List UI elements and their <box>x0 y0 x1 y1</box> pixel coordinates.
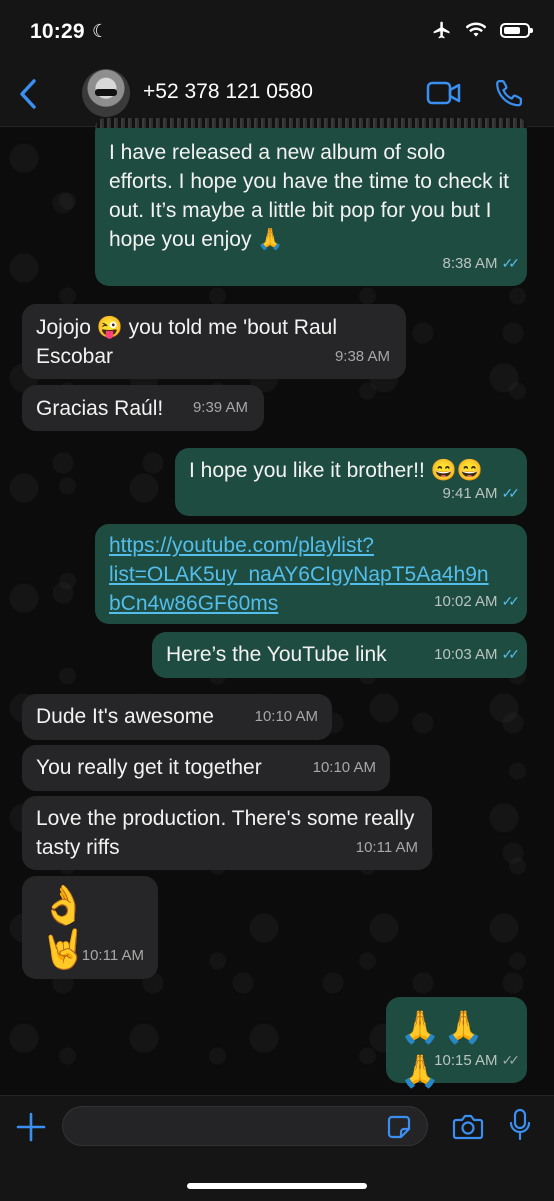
message-meta: 8:38 AM ✓✓ <box>442 249 521 278</box>
message-meta: 10:10 AM <box>313 753 376 782</box>
airplane-icon <box>433 21 450 39</box>
avatar[interactable] <box>82 69 130 117</box>
battery-icon <box>500 22 533 38</box>
phone-call-icon[interactable] <box>494 78 524 108</box>
message-meta: 10:15 AM ✓✓ <box>434 1046 521 1075</box>
compose-bar <box>0 1095 554 1201</box>
message-bubble[interactable]: You really get it together 10:10 AM <box>22 745 390 791</box>
status-icons <box>432 20 533 40</box>
message-time: 9:39 AM <box>192 399 248 416</box>
message-bubble[interactable]: 👌🤘 10:11 AM <box>22 876 158 979</box>
message-time: 10:11 AM <box>355 839 418 856</box>
message-text: You really get it together <box>36 756 262 779</box>
message-meta: 10:10 AM <box>255 702 318 731</box>
message-time: 10:11 AM <box>81 947 144 964</box>
message-meta: 10:11 AM <box>82 941 144 970</box>
message-time: 9:38 AM <box>334 348 390 365</box>
microphone-icon[interactable] <box>508 1108 532 1142</box>
read-ticks-icon: ✓✓ <box>501 646 521 662</box>
message-text: I hope you like it brother!! 😄😄 <box>189 459 483 482</box>
message-bubble[interactable]: Here’s the YouTube link 10:03 AM ✓✓ <box>152 632 527 678</box>
read-ticks-icon: ✓✓ <box>501 485 521 501</box>
message-meta: 10:11 AM <box>356 833 418 862</box>
message-time: 10:10 AM <box>254 708 318 725</box>
message-bubble[interactable]: Love the production. There's some really… <box>22 796 432 870</box>
message-text: Gracias Raúl! <box>36 397 164 420</box>
message-text: I have released a new album of solo effo… <box>109 141 510 251</box>
message-meta: 10:03 AM ✓✓ <box>434 640 521 669</box>
home-indicator <box>187 1183 367 1189</box>
message-time: 10:10 AM <box>312 759 376 776</box>
message-bubble[interactable]: https://youtube.com/playlist? list=OLAK5… <box>95 524 527 624</box>
status-time: 10:29 <box>30 20 85 43</box>
message-text: Dude It's awesome <box>36 705 214 728</box>
message-bubble[interactable]: Gracias Raúl! 9:39 AM <box>22 385 264 431</box>
moon-icon: ☾ <box>92 21 109 41</box>
back-icon[interactable] <box>14 76 44 112</box>
image-preview-edge <box>95 118 527 128</box>
message-meta: 9:39 AM <box>193 393 248 422</box>
video-call-icon[interactable] <box>426 80 462 106</box>
message-time: 8:38 AM <box>442 255 498 272</box>
delivered-ticks-icon: ✓✓ <box>501 1052 521 1068</box>
message-meta: 10:02 AM ✓✓ <box>434 587 521 616</box>
message-time: 10:03 AM <box>434 646 498 663</box>
message-text: Here’s the YouTube link <box>166 643 387 666</box>
link-line: https://youtube.com/playlist? <box>109 534 374 557</box>
message-bubble[interactable]: Dude It's awesome 10:10 AM <box>22 694 332 740</box>
read-ticks-icon: ✓✓ <box>501 255 521 271</box>
message-bubble[interactable]: I hope you like it brother!! 😄😄 9:41 AM ✓… <box>175 448 527 516</box>
message-time: 9:41 AM <box>442 485 498 502</box>
message-input[interactable] <box>62 1106 428 1146</box>
contact-name[interactable]: +52 378 121 0580 <box>143 80 313 104</box>
message-time: 10:15 AM <box>434 1052 498 1069</box>
message-meta: 9:41 AM ✓✓ <box>442 479 521 508</box>
message-bubble[interactable]: Jojojo 😜 you told me 'bout Raul Escobar … <box>22 304 406 379</box>
message-bubble[interactable]: 🙏🙏🙏 10:15 AM ✓✓ <box>386 997 527 1089</box>
link-line: list=OLAK5uy_naAY6CIgyNapT5Aa4h9n <box>109 563 489 586</box>
message-bubble[interactable]: I have released a new album of solo effo… <box>95 118 527 286</box>
camera-icon[interactable] <box>452 1112 484 1140</box>
message-text: Jojojo 😜 you told me 'bout Raul Escobar <box>36 316 337 368</box>
sticker-icon[interactable] <box>386 1114 412 1140</box>
wifi-icon <box>466 22 486 37</box>
status-bar: 10:29 ☾ <box>0 0 554 62</box>
read-ticks-icon: ✓✓ <box>501 593 521 609</box>
plus-icon[interactable] <box>14 1110 48 1144</box>
message-time: 10:02 AM <box>434 593 498 610</box>
message-meta: 9:38 AM <box>335 342 390 371</box>
avatar-glasses <box>95 89 117 96</box>
